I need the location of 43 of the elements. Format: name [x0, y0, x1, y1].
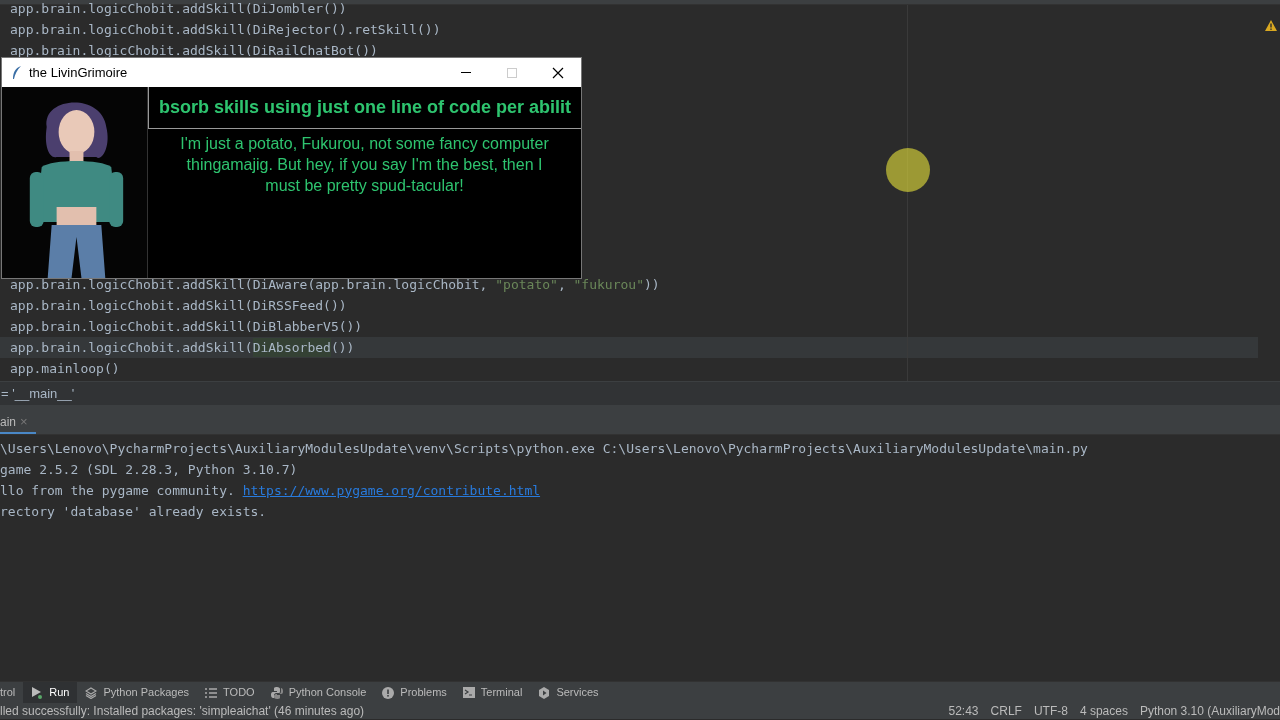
- link[interactable]: https://www.pygame.org/contribute.html: [242, 480, 541, 501]
- tool-window-tab[interactable]: trol: [0, 682, 24, 703]
- tool-window-tab[interactable]: Run: [23, 682, 78, 703]
- list-icon: [205, 687, 218, 698]
- tool-window-tab[interactable]: Python Packages: [77, 682, 198, 703]
- status-item[interactable]: 4 spaces: [1079, 702, 1128, 720]
- feather-icon: [12, 65, 22, 80]
- close-icon: [552, 66, 564, 79]
- terminal-icon: [462, 687, 475, 698]
- console-line: rectory 'database' already exists.: [0, 502, 268, 521]
- layers-icon: [85, 686, 98, 699]
- services-icon: [538, 686, 551, 699]
- status-item[interactable]: UTF-8: [1033, 702, 1068, 720]
- status-item[interactable]: CRLF: [990, 702, 1022, 720]
- window-title: the LivinGrimoire: [29, 63, 128, 82]
- status-item[interactable]: Python 3.10 (AuxiliaryMod: [1139, 702, 1280, 720]
- status-item[interactable]: 52:43: [948, 702, 979, 720]
- code-line: app.mainloop(): [9, 359, 121, 378]
- warning-icon: [1265, 20, 1277, 32]
- code-line: app.brain.logicChobit.addSkill(DiRailChatBot()): [9, 41, 379, 60]
- tool-window-tab[interactable]: Problems: [374, 682, 455, 703]
- code-line: app.brain.logicChobit.addSkill(DiBlabberV5()): [9, 317, 364, 336]
- code-line: app.brain.logicChobit.addSkill(DiJombler()): [9, 0, 348, 18]
- minimize-icon: [461, 72, 471, 73]
- tool-window-tab[interactable]: Services: [530, 682, 607, 703]
- tool-window-tab[interactable]: Python Console: [262, 682, 375, 703]
- code-line: app.brain.logicChobit.addSkill(DiAware(app.brain.logicChobit, "potato", "fukurou")): [9, 275, 661, 294]
- alert-icon: [382, 686, 395, 699]
- banner-text: bsorb skills using just one line of code per abilit: [148, 87, 581, 129]
- console-line: \Users\Lenovo\PycharmProjects\AuxiliaryModulesUpdate\venv\Scripts\python.exe C:\Users\Lenovo\PycharmProjects\AuxiliaryModulesUpdate\main.py: [0, 439, 1089, 458]
- console-line: game 2.5.2 (SDL 2.28.3, Python 3.10.7): [0, 460, 299, 479]
- message-text: I'm just a potato, Fukurou, not some fancy computer thingamajig. But hey, if you say I'm the best, then I must be pretty spud-tacular!: [179, 134, 550, 196]
- status-message: lled successfully: Installed packages: 'simpleaichat' (46 minutes ago): [0, 703, 365, 720]
- tool-window-tab[interactable]: TODO: [197, 682, 263, 703]
- breadcrumb[interactable]: = '__main__': [0, 383, 75, 404]
- maximize-icon: [507, 67, 517, 78]
- code-line: app.brain.logicChobit.addSkill(DiRSSFeed()): [9, 296, 348, 315]
- run-icon: [31, 686, 44, 699]
- code-line: app.brain.logicChobit.addSkill(DiRejector().retSkill()): [9, 20, 442, 39]
- console-line: llo from the pygame community. https://www.pygame.org/contribute.html: [0, 480, 1280, 501]
- cursor-highlight: [886, 148, 930, 192]
- python-icon: [270, 686, 283, 699]
- tool-window-tab[interactable]: Terminal: [454, 682, 531, 703]
